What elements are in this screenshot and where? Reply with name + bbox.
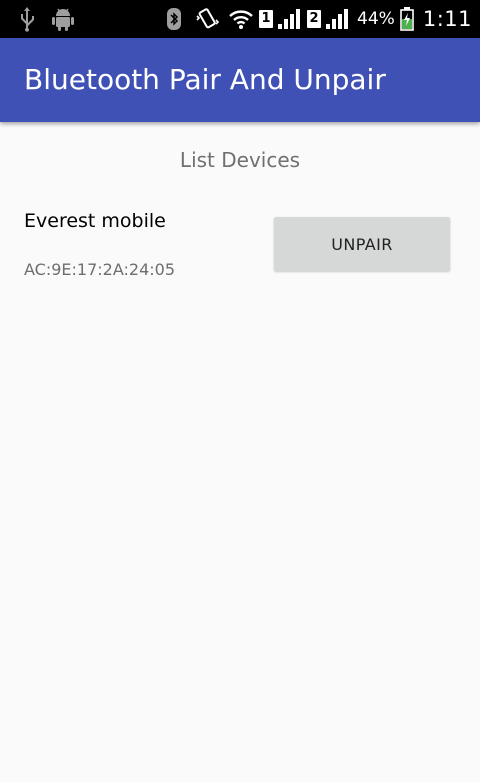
list-header: List Devices (179, 148, 301, 172)
status-bar: 1 2 44% 1:11 (0, 0, 480, 38)
device-list-item: Everest mobile AC:9E:17:2A:24:05 UNPAIR (0, 200, 480, 290)
bluetooth-icon (165, 0, 183, 38)
wifi-icon (227, 0, 255, 38)
battery-percent: 44% (357, 9, 395, 29)
system-icons: 1 2 44% 1:11 (165, 0, 472, 38)
usb-icon (16, 0, 38, 38)
signal-icon (277, 0, 301, 38)
unpair-button[interactable]: UNPAIR (274, 217, 450, 271)
signal-icon (325, 0, 349, 38)
battery-charging-icon (399, 0, 415, 38)
android-debug-icon (50, 0, 76, 38)
device-name: Everest mobile (24, 210, 166, 232)
device-address: AC:9E:17:2A:24:05 (24, 260, 175, 279)
clock: 1:11 (422, 7, 472, 31)
sim1-badge: 1 (259, 10, 274, 28)
app-bar: Bluetooth Pair And Unpair (0, 38, 480, 122)
vibrate-icon (193, 0, 221, 38)
notification-icons (16, 0, 76, 38)
sim2-badge: 2 (307, 10, 322, 28)
app-title: Bluetooth Pair And Unpair (24, 63, 386, 96)
